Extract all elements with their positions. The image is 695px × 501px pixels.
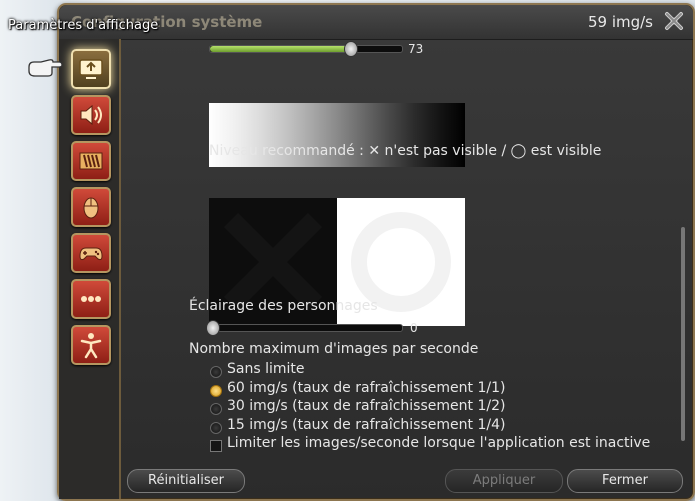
speaker-icon	[80, 104, 102, 126]
fps-limit-label: Nombre maximum d'images par seconde	[189, 341, 479, 357]
mouse-icon	[83, 197, 99, 219]
brightness-slider[interactable]	[209, 41, 403, 57]
sidebar-item-character[interactable]	[71, 325, 111, 365]
radio-60fps[interactable]	[210, 385, 222, 397]
fps-readout: 59 img/s	[587, 13, 653, 31]
brightness-slider-fill	[210, 46, 351, 52]
hotbar-icon	[79, 152, 103, 170]
display-icon	[79, 59, 103, 79]
sidebar-item-other[interactable]	[71, 279, 111, 319]
character-lighting-label: Éclairage des personnages	[189, 298, 378, 314]
category-sidebar	[59, 39, 121, 499]
pointer-hand-icon	[28, 59, 63, 77]
gamepad-icon	[79, 247, 103, 261]
character-lighting-slider[interactable]	[206, 320, 403, 336]
radio-30fps[interactable]	[210, 403, 222, 415]
character-lighting-slider-knob[interactable]	[206, 320, 220, 336]
tooltip-display-settings: Paramètres d'affichage	[8, 18, 159, 33]
footer-bar: Réinitialiser Appliquer Fermer	[121, 455, 693, 499]
radio-15fps[interactable]	[210, 422, 222, 434]
character-lighting-value: 0	[410, 321, 418, 335]
character-icon	[80, 333, 102, 359]
brightness-slider-knob[interactable]	[344, 41, 359, 57]
sidebar-item-mouse[interactable]	[71, 187, 111, 227]
close-button[interactable]: Fermer	[567, 469, 683, 493]
radio-30fps-label[interactable]: 30 img/s (taux de rafraîchissement 1/2)	[227, 398, 505, 414]
sidebar-item-hotbar[interactable]	[71, 141, 111, 181]
radio-no-limit-label[interactable]: Sans limite	[227, 361, 305, 377]
system-config-window: Configuration système 59 img/s 73 Niveau…	[57, 3, 695, 501]
reset-button[interactable]: Réinitialiser	[127, 469, 245, 493]
settings-panel[interactable]: 73 Niveau recommandé : ✕ n'est pas visib…	[121, 39, 693, 455]
inactive-limit-checkbox[interactable]	[210, 440, 222, 452]
radio-no-limit[interactable]	[210, 366, 222, 378]
radio-15fps-label[interactable]: 15 img/s (taux de rafraîchissement 1/4)	[227, 417, 505, 433]
sidebar-item-sound[interactable]	[71, 95, 111, 135]
radio-60fps-label[interactable]: 60 img/s (taux de rafraîchissement 1/1)	[227, 380, 505, 396]
inactive-limit-label[interactable]: Limiter les images/seconde lorsque l'app…	[227, 435, 650, 451]
sidebar-item-display[interactable]	[71, 49, 111, 89]
apply-button[interactable]: Appliquer	[445, 469, 563, 493]
settings-scrollbar[interactable]	[681, 227, 685, 441]
sidebar-item-gamepad[interactable]	[71, 233, 111, 273]
close-icon[interactable]	[663, 10, 685, 32]
brightness-value: 73	[408, 42, 424, 56]
more-icon	[81, 296, 101, 302]
recommended-level-label: Niveau recommandé : ✕ n'est pas visible …	[209, 143, 602, 159]
